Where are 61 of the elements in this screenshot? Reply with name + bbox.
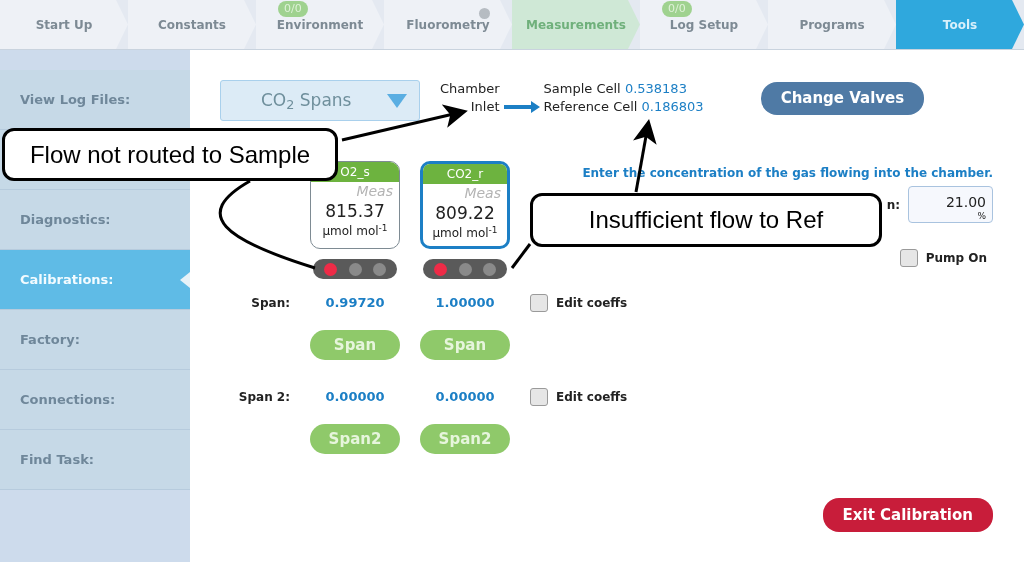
sensor-card[interactable]: CO2_r Meas 809.22 µmol mol$^{-1}$ [420,161,510,249]
checkbox[interactable] [899,249,918,267]
leader-line [510,243,532,269]
sidebar-item[interactable]: Diagnostics: [0,190,190,250]
count-badge: 0/0 [278,1,308,17]
sensor-card[interactable]: O2_s Meas 815.37 µmol mol$^{-1}$ [310,161,400,249]
checkbox-label: Edit coeffs [556,389,628,406]
dropdown[interactable]: CO$_{2}$ Spans [220,80,420,121]
step-tab[interactable]: Measurements [512,0,640,49]
mode-label: Meas [463,184,502,202]
annotation-tooltip: Insufficient flow to Ref [530,193,882,247]
arrow-icon [503,101,540,113]
span-button[interactable]: Span2 [310,424,400,454]
step-tab[interactable]: Fluorometry [384,0,512,49]
checkbox-label: Edit coeffs [556,295,628,312]
step-tab[interactable]: Tools [896,0,1024,49]
flow-label: Chamber [440,80,500,98]
field-value: 21.00 [944,195,986,209]
row-label: Span: [250,295,290,312]
concentration-field[interactable]: 21.00 % [908,186,993,223]
sidebar-item[interactable]: Calibrations: [0,250,190,310]
checkbox[interactable] [530,388,548,406]
step-tab[interactable]: Log Setup 0/0 [640,0,768,49]
dropdown-value: CO$_{2}$ Spans [261,88,352,114]
checkbox[interactable] [530,294,548,312]
change-valves-button[interactable]: Change Valves [760,82,925,115]
unit-label: µmol mol$^{-1}$ [321,222,389,240]
pointer-icon [180,272,190,288]
span-button[interactable]: Span2 [420,424,510,454]
sidebar-item[interactable]: Find Task: [0,430,190,490]
checkbox-label: Pump On [925,250,987,267]
span-button[interactable]: Span [420,330,510,360]
sidebar-item[interactable]: Factory: [0,310,190,370]
row-label: Span 2: [237,389,290,406]
cell-label: Reference Cell [543,99,638,114]
caret-icon [387,93,407,108]
exit-calibration-button[interactable]: Exit Calibration [822,497,993,532]
reading-value: 815.37 [324,200,386,222]
step-tab[interactable]: Start Up [0,0,128,49]
unit-label: µmol mol$^{-1}$ [431,224,499,242]
span-value: 0.00000 [434,388,496,406]
step-tab[interactable]: Constants [128,0,256,49]
span-value: 1.00000 [434,294,496,312]
count-badge: 0/0 [662,1,692,17]
cell-label: Sample Cell [543,81,621,96]
annotation-tooltip: Flow not routed to Sample [2,128,338,181]
mode-label: Meas [355,182,394,200]
reading-value: 809.22 [434,202,496,224]
field-label: n: [886,196,900,214]
unit-label: % [976,210,986,223]
cell-value: 0.538183 [624,81,687,96]
step-tab[interactable]: Programs [768,0,896,49]
sensor-name: CO2_r [423,164,507,184]
span-button[interactable]: Span [310,330,400,360]
span-value: 0.99720 [324,294,386,312]
flow-label: Inlet [469,98,500,116]
cell-value: 0.186803 [641,99,704,114]
span-value: 0.00000 [324,388,386,406]
step-tab[interactable]: Environment 0/0 [256,0,384,49]
sidebar-item[interactable]: View Log Files: [0,70,190,130]
sidebar-item[interactable]: Connections: [0,370,190,430]
